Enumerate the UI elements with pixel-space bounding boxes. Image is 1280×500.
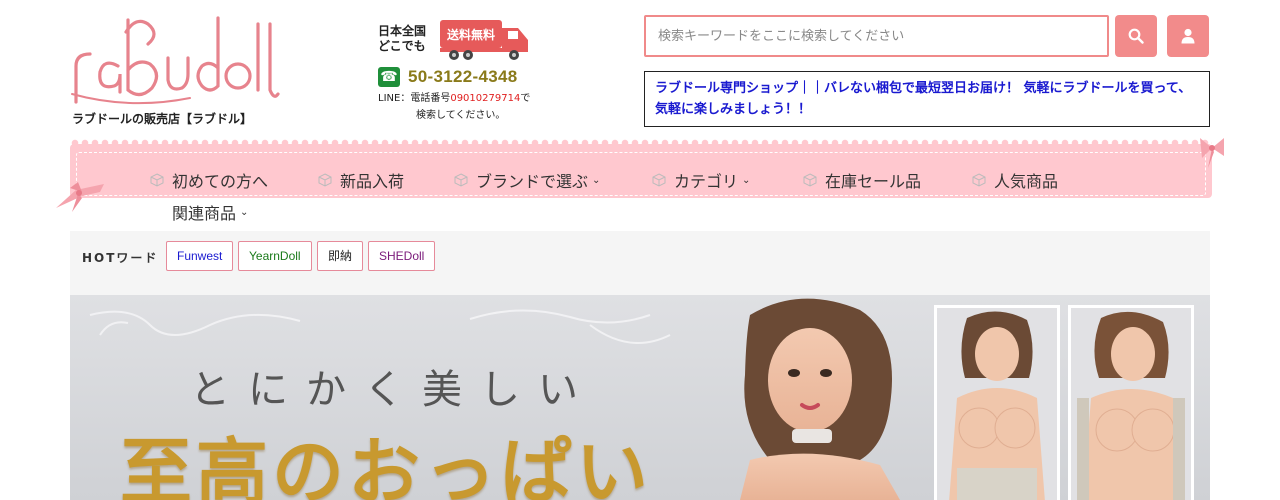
hot-tag-sokuno[interactable]: 即納 bbox=[317, 241, 364, 271]
hot-tag-shedoll[interactable]: SHEDoll bbox=[368, 241, 436, 271]
nav-label: 在庫セール品 bbox=[825, 172, 922, 191]
model-thumbnail-1[interactable] bbox=[934, 305, 1060, 500]
hot-tag-yearndoll[interactable]: YearnDoll bbox=[238, 241, 312, 271]
banner-title: 至高のおっぱい bbox=[120, 429, 653, 500]
account-button[interactable] bbox=[1167, 15, 1209, 57]
search-box bbox=[644, 15, 1109, 57]
nav-item-category[interactable]: カテゴリ ⌄ bbox=[652, 168, 750, 192]
cube-icon bbox=[150, 173, 164, 187]
banner-subtitle: とにかく美しい bbox=[190, 367, 596, 413]
nav-item-stock-sale[interactable]: 在庫セール品 bbox=[803, 168, 921, 192]
delivery-info: 日本全国どこでも 送料無料 ☎ 50-3122-4348 LINE：電話番号09… bbox=[376, 18, 546, 123]
search-icon bbox=[1128, 28, 1144, 44]
nav-label: 初めての方へ bbox=[172, 172, 269, 191]
nav-label: 関連商品 bbox=[172, 204, 237, 223]
nav-item-first-time[interactable]: 初めての方へ bbox=[150, 168, 268, 192]
line-suffix: で bbox=[520, 93, 531, 104]
hot-words-label: HOTワード bbox=[82, 251, 159, 265]
nav-label: ブランドで選ぶ bbox=[476, 172, 589, 191]
phone-row[interactable]: ☎ 50-3122-4348 bbox=[378, 66, 517, 88]
model-thumbnail-image bbox=[937, 308, 1057, 500]
truck-icon: 送料無料 bbox=[440, 20, 528, 60]
nav-item-brands[interactable]: ブランドで選ぶ ⌄ bbox=[454, 168, 600, 192]
phone-number[interactable]: 50-3122-4348 bbox=[408, 67, 517, 87]
search-button[interactable] bbox=[1115, 15, 1157, 57]
ribbon-left-icon bbox=[56, 182, 104, 212]
nav-label: 人気商品 bbox=[994, 172, 1059, 191]
cube-icon bbox=[454, 173, 468, 187]
chevron-down-icon: ⌄ bbox=[742, 174, 751, 186]
phone-icon: ☎ bbox=[378, 67, 400, 87]
hot-tag-funwest[interactable]: Funwest bbox=[166, 241, 234, 271]
search-input[interactable] bbox=[646, 17, 1107, 55]
hot-words: HOTワード Funwest YearnDoll 即納 SHEDoll bbox=[70, 231, 1210, 295]
line-info-2: 検索してください。 bbox=[416, 110, 506, 121]
user-icon bbox=[1181, 28, 1195, 44]
nationwide-text: 日本全国どこでも bbox=[378, 24, 427, 53]
free-shipping-label: 送料無料 bbox=[446, 27, 495, 42]
cube-icon bbox=[318, 173, 332, 187]
chevron-down-icon: ⌄ bbox=[592, 174, 601, 186]
hero-banner[interactable]: とにかく美しい 至高のおっぱい bbox=[70, 295, 1210, 500]
chevron-down-icon: ⌄ bbox=[240, 206, 249, 218]
model-thumbnail-2[interactable] bbox=[1068, 305, 1194, 500]
cube-icon bbox=[652, 173, 666, 187]
logo-mark bbox=[71, 16, 280, 105]
nav-item-related[interactable]: 関連商品 ⌄ bbox=[172, 200, 248, 224]
line-prefix: LINE：電話番号 bbox=[378, 93, 451, 104]
page: ラブドールの販売店【ラブドル】 日本全国どこでも 送料無料 ☎ 50-3122-… bbox=[0, 0, 1280, 500]
nav-label: 新品入荷 bbox=[340, 172, 405, 191]
nav-item-new-arrivals[interactable]: 新品入荷 bbox=[318, 168, 404, 192]
line-info: LINE：電話番号09010279714で bbox=[378, 92, 530, 105]
cube-icon bbox=[972, 173, 986, 187]
nav-label: カテゴリ bbox=[674, 172, 739, 191]
model-thumbnail-image bbox=[1071, 308, 1191, 500]
cube-icon bbox=[803, 173, 817, 187]
shop-tagline[interactable]: ラブドール専門ショップ｜｜バレない梱包で最短翌日お届け！ 気軽にラブドールを買っ… bbox=[644, 71, 1210, 127]
line-number: 09010279714 bbox=[450, 93, 521, 104]
site-logo[interactable]: ラブドールの販売店【ラブドル】 bbox=[70, 14, 280, 130]
nav-item-popular[interactable]: 人気商品 bbox=[972, 168, 1058, 192]
ribbon-right-icon bbox=[1200, 138, 1224, 168]
model-photo bbox=[740, 298, 900, 500]
logo-caption: ラブドールの販売店【ラブドル】 bbox=[72, 112, 253, 126]
